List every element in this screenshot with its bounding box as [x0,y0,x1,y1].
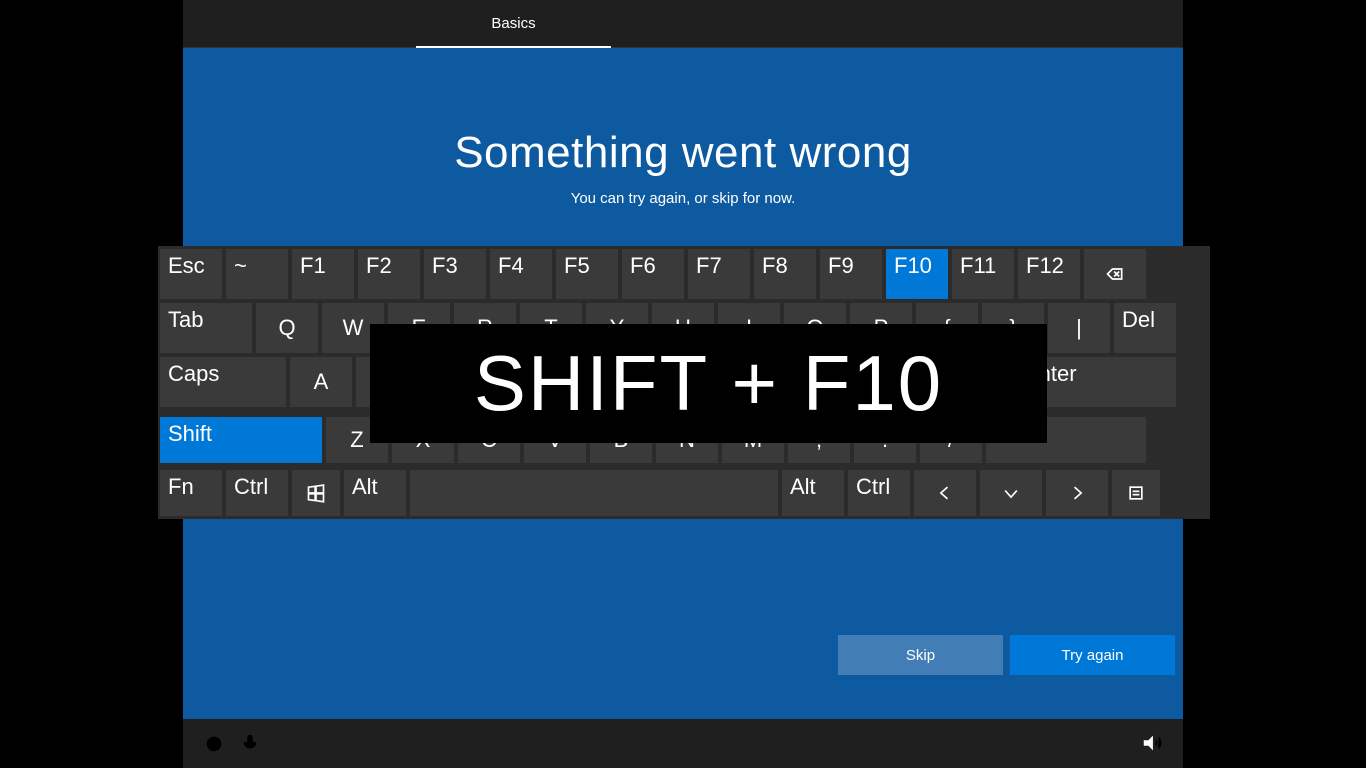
key-f2[interactable]: F2 [358,249,420,299]
key-tab[interactable]: Tab [160,303,252,353]
key-f12[interactable]: F12 [1018,249,1080,299]
key-pipe[interactable]: | [1048,303,1110,353]
key-fn[interactable]: Fn [160,470,222,516]
key-f1[interactable]: F1 [292,249,354,299]
key-f9[interactable]: F9 [820,249,882,299]
key-arrow-right[interactable] [1046,470,1108,516]
key-backspace[interactable] [1084,249,1146,299]
try-again-button[interactable]: Try again [1010,635,1175,675]
key-space[interactable] [410,470,778,516]
key-menu[interactable] [1112,470,1160,516]
key-windows[interactable] [292,470,340,516]
key-f7[interactable]: F7 [688,249,750,299]
key-a[interactable]: A [290,357,352,407]
key-tilde[interactable]: ~ [226,249,288,299]
key-alt-left[interactable]: Alt [344,470,406,516]
shortcut-callout: SHIFT + F10 [370,324,1047,443]
key-alt-right[interactable]: Alt [782,470,844,516]
key-arrow-left[interactable] [914,470,976,516]
key-f10[interactable]: F10 [886,249,948,299]
key-f8[interactable]: F8 [754,249,816,299]
key-arrow-down[interactable] [980,470,1042,516]
key-esc[interactable]: Esc [160,249,222,299]
power-icon[interactable] [203,732,225,754]
keyboard-row-0: Esc ~ F1 F2 F3 F4 F5 F6 F7 F8 F9 F10 F11… [160,249,1146,299]
skip-button[interactable]: Skip [838,635,1003,675]
page-title: Something went wrong [183,128,1183,178]
keyboard-row-4: Fn Ctrl Alt Alt Ctrl [160,470,1160,516]
key-shift-left[interactable]: Shift [160,417,322,463]
top-bar: Basics [183,0,1183,48]
bottom-bar [183,719,1183,768]
tab-basics[interactable]: Basics [416,0,611,48]
key-ctrl-left[interactable]: Ctrl [226,470,288,516]
page-subtitle: You can try again, or skip for now. [183,190,1183,207]
sound-icon[interactable] [1141,732,1163,754]
microphone-icon[interactable] [239,732,261,754]
key-f3[interactable]: F3 [424,249,486,299]
key-del[interactable]: Del [1114,303,1176,353]
key-f4[interactable]: F4 [490,249,552,299]
key-q[interactable]: Q [256,303,318,353]
key-caps[interactable]: Caps [160,357,286,407]
key-f6[interactable]: F6 [622,249,684,299]
key-f5[interactable]: F5 [556,249,618,299]
key-ctrl-right[interactable]: Ctrl [848,470,910,516]
key-f11[interactable]: F11 [952,249,1014,299]
